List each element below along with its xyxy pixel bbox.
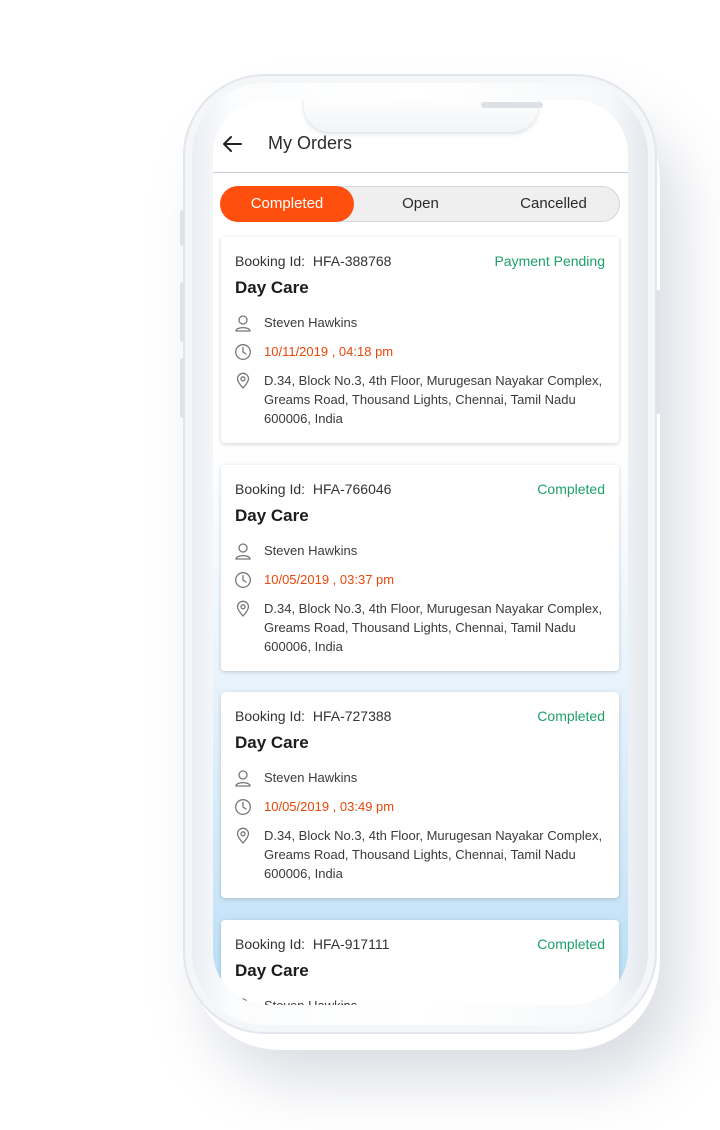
booking-address: D.34, Block No.3, 4th Floor, Murugesan N… bbox=[264, 828, 603, 881]
phone-speaker bbox=[481, 102, 543, 108]
user-icon bbox=[235, 315, 251, 332]
clock-icon bbox=[235, 344, 251, 360]
booking-id: Booking Id: HFA-727388 bbox=[235, 708, 391, 724]
tab-completed[interactable]: Completed bbox=[220, 186, 354, 222]
booking-id-label: Booking Id: bbox=[235, 936, 306, 952]
phone-side-button-volume-down bbox=[180, 358, 184, 418]
user-icon bbox=[238, 998, 248, 1005]
location-pin-icon bbox=[236, 600, 250, 617]
booking-id-label: Booking Id: bbox=[235, 481, 306, 497]
service-name: Day Care bbox=[235, 733, 309, 752]
arrow-left-icon[interactable] bbox=[221, 133, 243, 155]
order-card[interactable]: Booking Id: HFA-766046 Completed Day Car… bbox=[221, 465, 619, 671]
service-name: Day Care bbox=[235, 278, 309, 297]
phone-notch bbox=[304, 100, 543, 132]
order-card[interactable]: Booking Id: HFA-917111 Completed Day Car… bbox=[221, 920, 619, 1005]
booking-datetime: 10/05/2019 , 03:37 pm bbox=[264, 572, 395, 587]
booking-id-value: HFA-388768 bbox=[312, 253, 392, 269]
booking-id-label: Booking Id: bbox=[235, 708, 306, 724]
booking-id-value: HFA-766046 bbox=[312, 481, 392, 497]
customer-name: Steven Hawkins bbox=[264, 543, 358, 558]
phone-side-button-mute bbox=[180, 210, 184, 246]
customer-name: Steven Hawkins bbox=[264, 770, 358, 785]
order-card[interactable]: Booking Id: HFA-727388 Completed Day Car… bbox=[221, 692, 619, 898]
booking-id-value: HFA-727388 bbox=[312, 708, 392, 724]
service-name: Day Care bbox=[235, 506, 309, 525]
phone-screen: My Orders Completed Open Cancelled Booki… bbox=[213, 100, 628, 1005]
phone-side-button-power bbox=[656, 290, 660, 414]
status-badge: Completed bbox=[537, 936, 605, 952]
user-icon bbox=[235, 770, 251, 787]
clock-icon bbox=[235, 799, 251, 815]
status-badge: Completed bbox=[537, 481, 605, 497]
booking-id: Booking Id: HFA-766046 bbox=[235, 481, 391, 497]
booking-address: D.34, Block No.3, 4th Floor, Murugesan N… bbox=[264, 373, 603, 426]
booking-datetime: 10/11/2019 , 04:18 pm bbox=[264, 344, 394, 359]
service-name: Day Care bbox=[235, 961, 309, 980]
location-pin-icon bbox=[236, 827, 250, 844]
booking-id: Booking Id: HFA-388768 bbox=[235, 253, 391, 269]
phone-side-button-volume-up bbox=[180, 282, 184, 342]
order-card[interactable]: Booking Id: HFA-388768 Payment Pending D… bbox=[221, 237, 619, 443]
booking-id-label: Booking Id: bbox=[235, 253, 306, 269]
page-title: My Orders bbox=[268, 133, 353, 153]
booking-id: Booking Id: HFA-917111 bbox=[235, 936, 389, 952]
customer-name: Steven Hawkins bbox=[264, 996, 357, 1005]
location-pin-icon bbox=[236, 372, 250, 389]
customer-name: Steven Hawkins bbox=[264, 315, 358, 330]
status-badge: Completed bbox=[537, 708, 605, 724]
clock-icon bbox=[235, 572, 251, 588]
booking-address: D.34, Block No.3, 4th Floor, Murugesan N… bbox=[264, 601, 603, 654]
tab-cancelled[interactable]: Cancelled bbox=[487, 186, 620, 222]
booking-datetime: 10/05/2019 , 03:49 pm bbox=[264, 799, 395, 814]
tab-open[interactable]: Open bbox=[354, 186, 487, 222]
status-badge: Payment Pending bbox=[494, 253, 605, 269]
booking-id-value: HFA-917111 bbox=[312, 936, 390, 952]
user-icon bbox=[235, 543, 251, 560]
order-status-tabs: Completed Open Cancelled bbox=[220, 186, 620, 222]
